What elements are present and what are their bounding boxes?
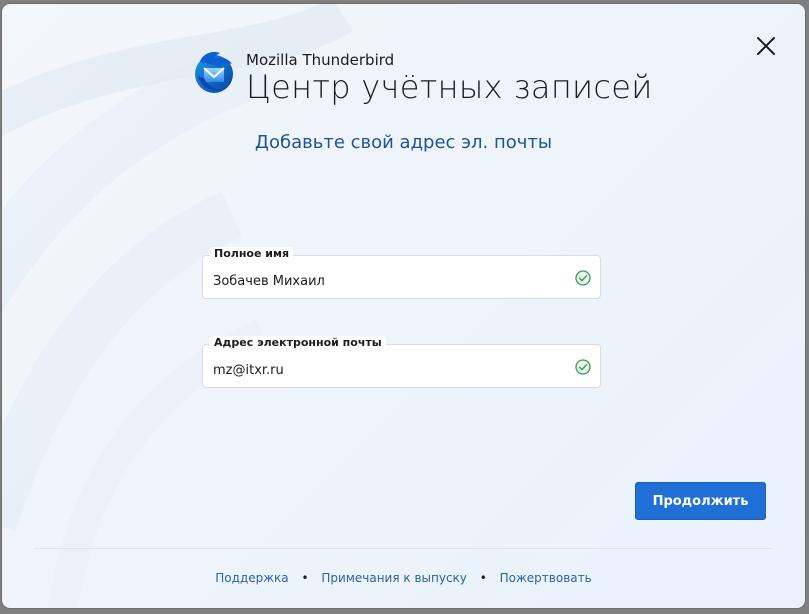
donate-link[interactable]: Пожертвовать	[500, 571, 592, 585]
brand-header: Mozilla Thunderbird Центр учётных записе…	[190, 48, 653, 105]
close-button[interactable]	[750, 30, 782, 62]
full-name-input[interactable]	[203, 256, 563, 298]
footer-separator: •	[301, 571, 309, 585]
support-link[interactable]: Поддержка	[215, 571, 288, 585]
full-name-field: Полное имя	[202, 247, 601, 299]
footer-divider	[34, 548, 773, 549]
close-icon	[757, 37, 775, 55]
product-name: Mozilla Thunderbird	[246, 51, 395, 69]
thunderbird-logo-icon	[195, 52, 233, 93]
page-title: Центр учётных записей	[246, 68, 653, 106]
footer-links: Поддержка • Примечания к выпуску • Пожер…	[2, 571, 805, 585]
email-input[interactable]	[203, 345, 563, 387]
release-notes-link[interactable]: Примечания к выпуску	[321, 571, 467, 585]
footer-separator: •	[479, 571, 487, 585]
account-hub-dialog: Mozilla Thunderbird Центр учётных записе…	[2, 4, 805, 608]
checkmark-circle-icon	[575, 270, 591, 286]
continue-button[interactable]: Продолжить	[635, 482, 766, 520]
form-heading: Добавьте свой адрес эл. почты	[254, 132, 553, 153]
checkmark-circle-icon	[575, 359, 591, 375]
email-field: Адрес электронной почты	[202, 336, 601, 388]
